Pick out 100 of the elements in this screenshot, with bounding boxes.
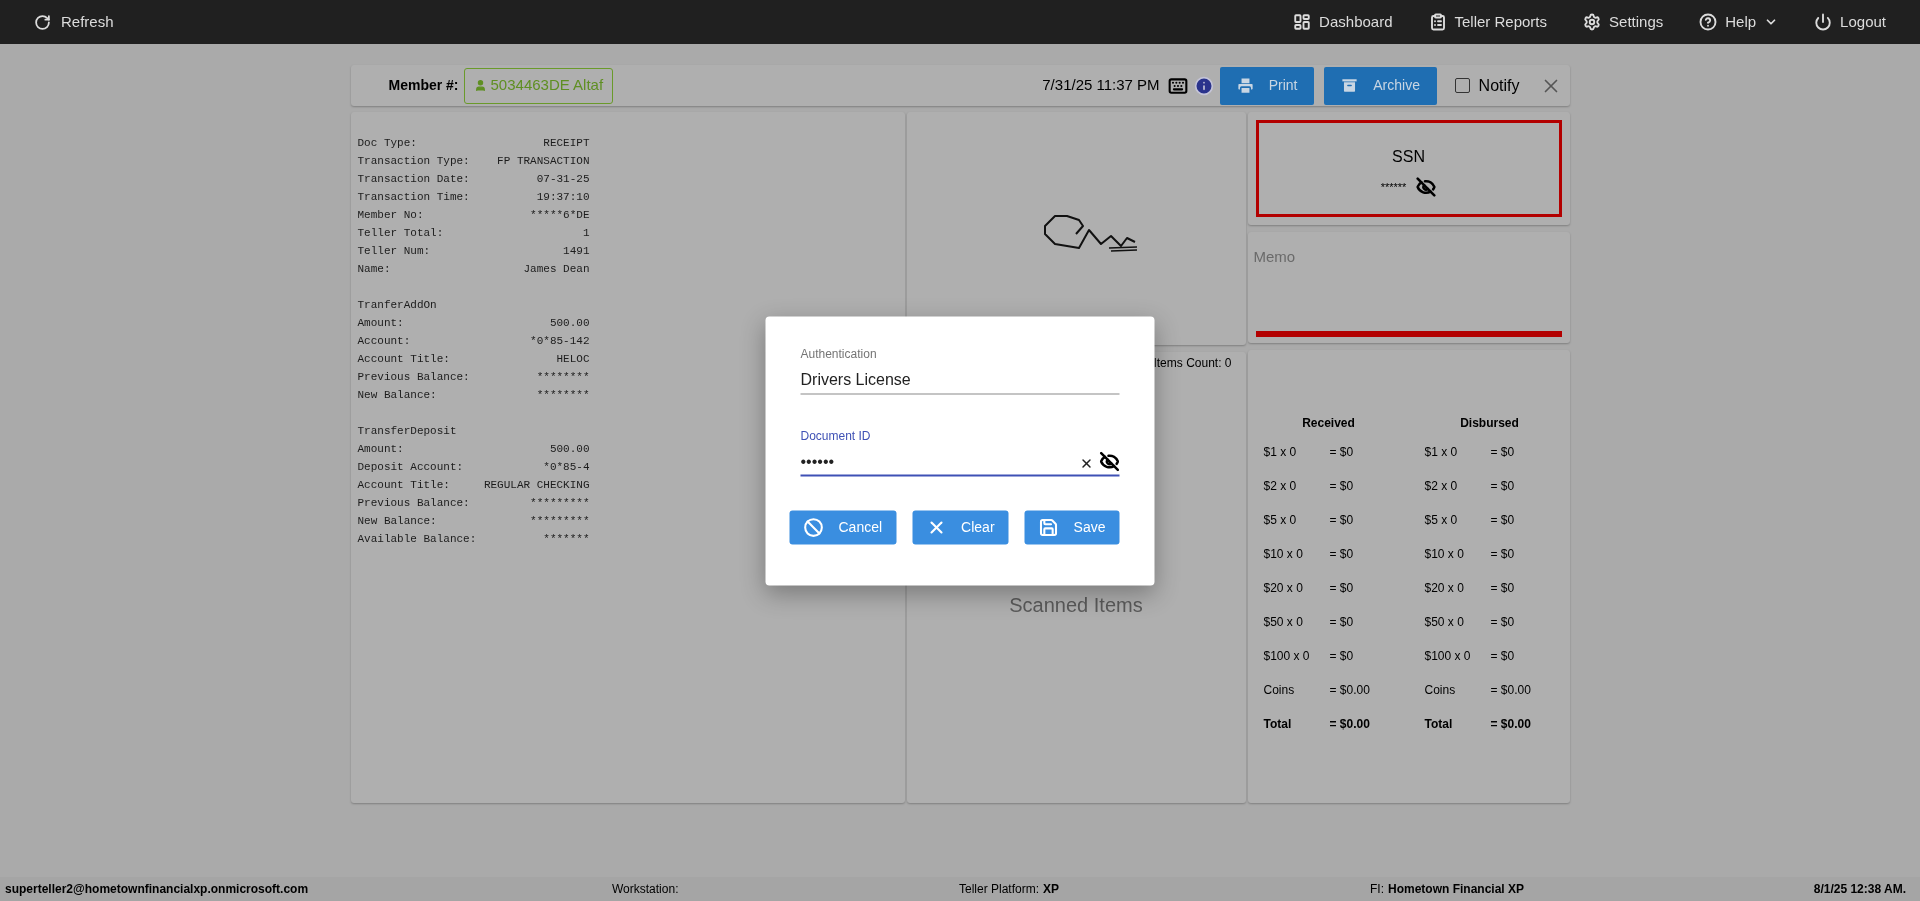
receipt-label: Doc Type: [357,136,417,151]
amount: = $0.00 [1329,682,1370,699]
receipt-value: 1491 [563,244,590,259]
eye-off-icon[interactable] [1416,177,1437,197]
receipt-value: ********* [530,496,590,511]
eye-off-icon[interactable] [1099,451,1120,471]
amount: = $0 [1329,546,1354,563]
receipt-label: New Balance: [357,388,437,403]
amount: = $0 [1490,648,1515,665]
refresh-button[interactable]: Refresh [34,10,114,34]
receipt-value: *0*85-4 [543,460,590,475]
amount: = $0 [1329,580,1354,597]
receipt-label: Name: [357,262,391,277]
denomination: $100 x 0 [1263,648,1311,665]
nav-item[interactable]: Settings [1583,10,1664,34]
printer-icon [1235,76,1255,95]
denomination: $50 x 0 [1424,614,1465,631]
receipt-label: Member No: [357,208,424,223]
amount: = $0 [1490,512,1515,529]
receipt-value: ******** [536,388,590,403]
ssn-label: SSN [1392,147,1425,167]
authentication-field[interactable]: Drivers License [800,366,1120,394]
field-label: Document ID [800,427,871,444]
clear-icon[interactable] [1079,456,1094,470]
receipt-label: Transaction Time: [357,190,470,205]
denomination: $100 x 0 [1424,648,1472,665]
denomination: Coins [1424,682,1457,699]
status-value: Hometown Financial XP [1388,881,1525,898]
receipt-label: Teller Num: [357,244,431,259]
amount: = $0 [1490,478,1515,495]
nav-item[interactable]: Teller Reports [1428,10,1548,34]
status-datetime: 8/1/25 12:38 AM. [1813,881,1906,898]
settings-icon [1583,13,1602,31]
amount: = $0 [1490,580,1515,597]
archive-icon [1340,76,1360,95]
receipt-value: ******** [536,370,590,385]
document-id-field[interactable]: •••••• [800,448,1120,476]
status-label: Workstation: [612,881,679,898]
denomination: $2 x 0 [1424,478,1459,495]
nav-item[interactable]: Dashboard [1293,10,1393,34]
receipt-value: 500.00 [549,442,590,457]
receipt-label: Amount: [357,442,404,457]
cancel-icon [803,517,824,537]
denomination: $5 x 0 [1424,512,1459,529]
date-time: 7/31/25 11:37 PM [1042,75,1160,96]
denomination: $1 x 0 [1263,444,1298,461]
denomination: $5 x 0 [1263,512,1298,529]
memo-field[interactable]: Memo [1247,232,1570,343]
denomination: Total [1263,716,1293,733]
ssn-value: ****** [1380,179,1407,195]
amount: = $0 [1490,444,1515,461]
receipt-section-heading: TranferAddOn [357,298,437,313]
amount: = $0 [1490,546,1515,563]
status-label: Teller Platform: [959,881,1040,898]
refresh-icon [34,13,51,31]
amount: = $0 [1329,614,1354,631]
archive-button[interactable]: Archive [1323,66,1437,105]
user-email: superteller2@hometownfinancialxp.onmicrosoft.com [5,881,309,898]
notify-checkbox[interactable]: Notify [1454,73,1520,98]
denomination: Coins [1263,682,1296,699]
info-icon[interactable] [1193,75,1214,96]
save-icon [1038,517,1059,537]
receipt-value: RECEIPT [543,136,590,151]
receipt-value: James Dean [523,262,590,277]
member-label: Member #: [388,76,459,95]
receipt-value: 500.00 [549,316,590,331]
cash-column-heading: Received [1302,415,1355,432]
denomination: $2 x 0 [1263,478,1298,495]
document-id-input[interactable]: •••••• [800,449,1080,473]
receipt-label: Deposit Account: [357,460,464,475]
receipt-label: Account Title: [357,478,450,493]
field-label: Authentication [800,345,877,362]
receipt-value: 1 [582,226,590,241]
denomination: Total [1424,716,1454,733]
receipt-label: Transaction Date: [357,172,470,187]
receipt-label: Teller Total: [357,226,444,241]
nav-item[interactable]: Help [1699,10,1779,34]
scanned-items-caption: Scanned Items [1009,593,1143,618]
receipt-value: *0*85-142 [530,334,590,349]
receipt-label: Previous Balance: [357,496,470,511]
denomination: $10 x 0 [1263,546,1304,563]
amount: = $0 [1329,648,1354,665]
amount: = $0 [1329,444,1354,461]
receipt-value: 07-31-25 [536,172,590,187]
user-icon [473,79,487,92]
receipt-label: Amount: [357,316,404,331]
denomination: $10 x 0 [1424,546,1465,563]
nav-item[interactable]: Logout [1814,10,1886,34]
receipt-label: Account: [357,334,411,349]
denomination: $50 x 0 [1263,614,1304,631]
amount: = $0.00 [1329,716,1370,733]
amount: = $0 [1329,478,1354,495]
dashboard-icon [1293,13,1312,31]
receipt-value: ********* [530,514,590,529]
status-label: FI: [1370,881,1384,898]
receipt-label: Transaction Type: [357,154,470,169]
print-button[interactable]: Print [1219,66,1314,105]
receipt-value: FP TRANSACTION [497,154,590,169]
receipt-value: REGULAR CHECKING [483,478,590,493]
keyboard-icon[interactable] [1167,75,1188,96]
